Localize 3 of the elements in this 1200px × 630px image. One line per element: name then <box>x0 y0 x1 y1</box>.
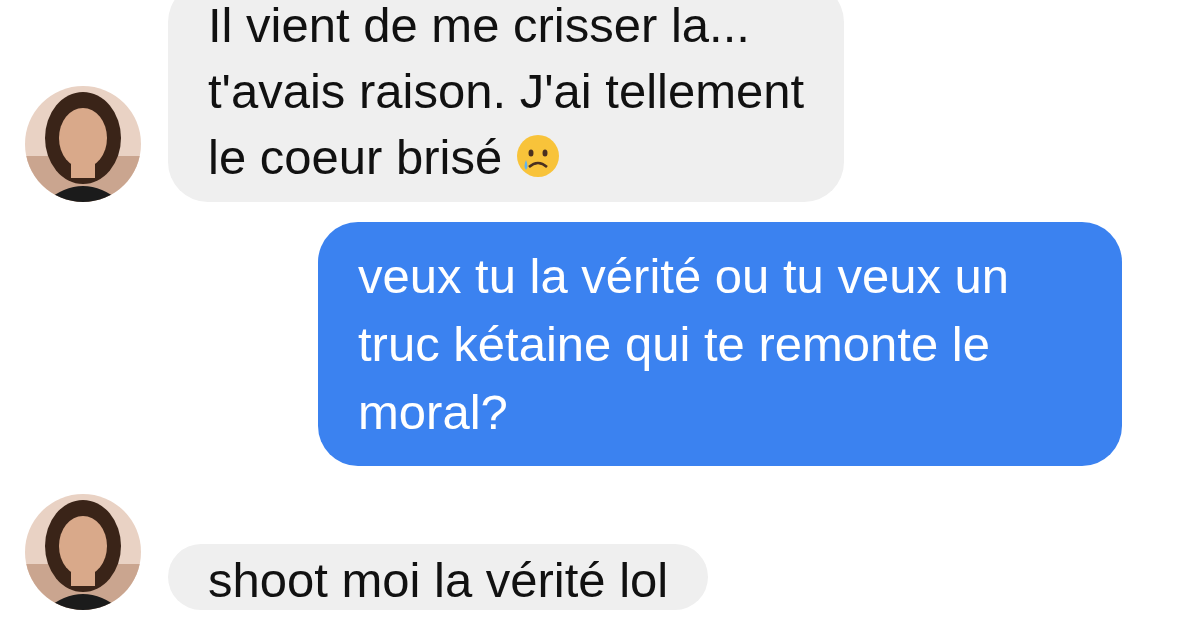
sent-message-bubble: veux tu la vérité ou tu veux un truc kétaine qui te remonte le moral? <box>318 222 1122 466</box>
received-message-bubble: Il vient de me crisser la... t'avais raison. J'ai tellement le coeur brisé <box>168 0 845 202</box>
received-message-bubble: shoot moi la vérité lol <box>168 544 709 610</box>
